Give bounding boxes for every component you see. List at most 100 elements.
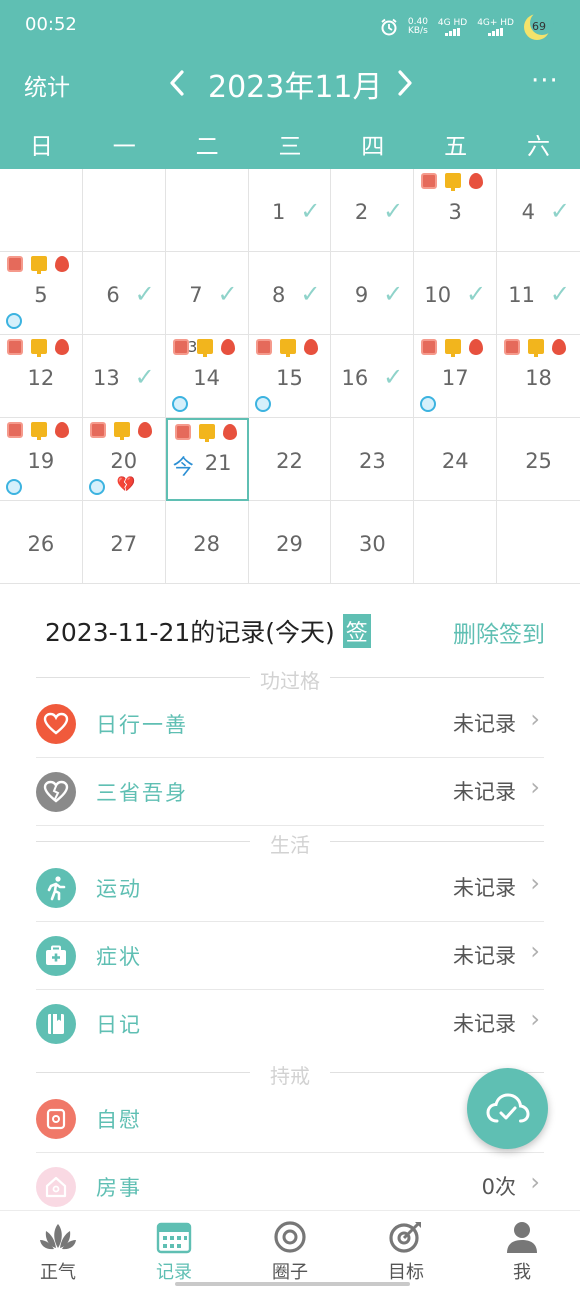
monitor-icon xyxy=(31,256,47,274)
check-icon: ✓ xyxy=(383,197,404,225)
calendar-day[interactable]: 6 ✓ xyxy=(82,252,166,335)
row-value: 未记录 xyxy=(453,712,516,736)
calendar-day[interactable]: 25 xyxy=(497,418,580,501)
network-2: 4G+ HD xyxy=(477,18,514,36)
calendar-day[interactable]: 23 xyxy=(331,418,415,501)
calendar-grid: 1 ✓ 2 ✓ 3 4 ✓ 5 6 ✓ 7 ✓ 8 ✓ 9 ✓ 10 ✓ 11 ✓ 12 13 ✓ 3 14 15 16 ✓ 17 18 1… xyxy=(0,169,580,584)
day-number: 27 xyxy=(110,532,138,556)
calendar-day[interactable]: 13 ✓ xyxy=(82,335,166,418)
medical-kit-icon xyxy=(36,936,76,976)
monitor-icon xyxy=(445,339,462,357)
weekday-tue: 二 xyxy=(195,134,219,160)
running-icon xyxy=(36,868,76,908)
calendar-day[interactable]: 16 ✓ xyxy=(331,335,415,418)
check-icon: ✓ xyxy=(300,280,321,308)
delete-checkin-button[interactable]: 删除签到 xyxy=(453,615,545,649)
month-title[interactable]: 2023年11月 xyxy=(208,62,383,106)
heart-icon xyxy=(36,704,76,744)
calendar-day[interactable]: 19 xyxy=(0,418,83,501)
calendar-day[interactable]: 20 💔 xyxy=(82,418,166,501)
circle-icon xyxy=(270,1219,310,1255)
calendar-day[interactable]: 26 xyxy=(0,501,83,584)
nav-goal[interactable]: 目标 xyxy=(348,1211,464,1289)
swirl-icon xyxy=(420,396,437,412)
calendar-day[interactable]: 2 ✓ xyxy=(331,169,415,252)
day-number: 23 xyxy=(358,449,386,473)
row-diary[interactable]: 日记 未记录 › xyxy=(36,991,544,1058)
check-icon: ✓ xyxy=(383,280,404,308)
nav-label: 圈子 xyxy=(272,1262,308,1283)
calendar-day[interactable]: 11 ✓ xyxy=(497,252,580,335)
monitor-icon xyxy=(279,339,296,357)
row-label: 自慰 xyxy=(96,1108,142,1132)
status-time: 00:52 xyxy=(25,14,77,35)
day-number: 30 xyxy=(358,532,386,556)
row-label: 日行一善 xyxy=(96,713,188,737)
tissue-roll-icon xyxy=(255,339,272,355)
day-badges xyxy=(255,339,318,357)
monitor-icon xyxy=(113,422,130,440)
chevron-right-icon[interactable] xyxy=(393,68,417,98)
swirl-icon xyxy=(88,479,105,495)
calendar-day[interactable]: 29 xyxy=(248,501,332,584)
nav-zhengqi[interactable]: 正气 xyxy=(0,1211,116,1289)
record-title: 2023-11-21的记录(今天) 签 xyxy=(45,613,371,649)
calendar-day[interactable]: 4 ✓ xyxy=(497,169,580,252)
calendar-day[interactable]: 27 xyxy=(82,501,166,584)
cloud-sync-button[interactable] xyxy=(467,1068,548,1149)
calendar-day[interactable]: 28 xyxy=(165,501,249,584)
calendar-day[interactable]: 3 xyxy=(414,169,498,252)
day-number: 26 xyxy=(27,532,55,556)
calendar-empty-cell xyxy=(82,169,166,252)
day-number: 18 xyxy=(525,366,552,390)
calendar-day[interactable]: 22 xyxy=(248,418,332,501)
row-exercise[interactable]: 运动 未记录 › xyxy=(36,855,544,922)
status-icons: 0.40 KB/s 4G HD 4G+ HD 69 xyxy=(380,11,554,41)
calendar-empty-cell xyxy=(165,169,249,252)
day-badges xyxy=(504,339,567,357)
calendar-day[interactable]: 17 xyxy=(414,335,498,418)
more-icon[interactable]: ··· xyxy=(531,66,559,96)
nav-label: 正气 xyxy=(40,1262,76,1283)
target-icon xyxy=(386,1219,426,1255)
chevron-right-icon: › xyxy=(530,773,540,801)
calendar-day[interactable]: 30 xyxy=(331,501,415,584)
row-self-reflection[interactable]: 三省吾身 未记录 › xyxy=(36,759,544,826)
day-number: 24 xyxy=(441,449,469,473)
chevron-left-icon[interactable] xyxy=(165,68,189,98)
calendar-day[interactable]: 3 14 xyxy=(165,335,249,418)
calendar-day[interactable]: 9 ✓ xyxy=(331,252,415,335)
nav-me[interactable]: 我 xyxy=(464,1211,580,1289)
calendar-day[interactable]: 10 ✓ xyxy=(414,252,498,335)
calendar-day[interactable]: 今 21 xyxy=(165,418,249,501)
day-number: 3 xyxy=(448,200,462,224)
calendar-day[interactable]: 18 xyxy=(497,335,580,418)
check-icon: ✓ xyxy=(549,197,570,225)
day-badges xyxy=(7,422,69,440)
day-badges xyxy=(421,339,484,357)
nav-label: 目标 xyxy=(388,1262,424,1283)
nav-record[interactable]: 记录 xyxy=(116,1211,232,1289)
nav-circle[interactable]: 圈子 xyxy=(232,1211,348,1289)
row-label: 房事 xyxy=(96,1176,142,1200)
tissue-roll-icon xyxy=(504,339,521,355)
chevron-right-icon: › xyxy=(530,937,540,965)
stats-button[interactable]: 统计 xyxy=(24,68,70,102)
calendar-day[interactable]: 12 xyxy=(0,335,83,418)
monitor-icon xyxy=(198,424,215,442)
day-number: 25 xyxy=(525,449,552,473)
fire-icon xyxy=(137,422,152,438)
calendar-day[interactable]: 1 ✓ xyxy=(248,169,332,252)
row-symptoms[interactable]: 症状 未记录 › xyxy=(36,923,544,990)
user-icon xyxy=(502,1219,542,1255)
calendar-day[interactable]: 24 xyxy=(414,418,498,501)
calendar-day[interactable]: 7 ✓ xyxy=(165,252,249,335)
nav-label: 记录 xyxy=(156,1262,192,1283)
calendar-day[interactable]: 5 xyxy=(0,252,83,335)
monitor-icon xyxy=(31,339,47,357)
calendar-day[interactable]: 8 ✓ xyxy=(248,252,332,335)
calendar-day[interactable]: 15 xyxy=(248,335,332,418)
cloud-sync-icon xyxy=(485,1092,530,1122)
weekday-fri: 五 xyxy=(444,134,468,160)
row-daily-good-deed[interactable]: 日行一善 未记录 › xyxy=(36,691,544,758)
